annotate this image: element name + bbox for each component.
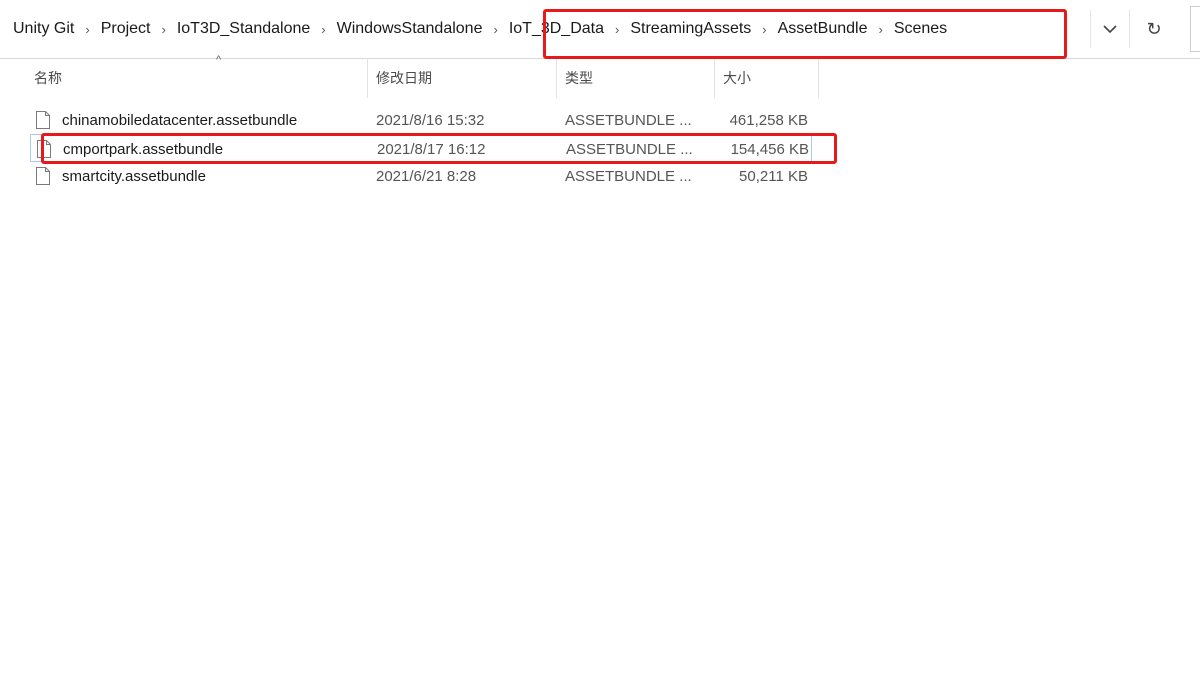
breadcrumb-item-windowsstandalone[interactable]: WindowsStandalone	[329, 20, 491, 38]
column-header-type[interactable]: 类型	[557, 58, 715, 98]
column-header-row: 名称 ^ 修改日期 类型 大小	[0, 54, 1200, 98]
breadcrumb-separator-icon[interactable]: ›	[490, 22, 500, 37]
file-row-chinamobiledatacenter[interactable]: chinamobiledatacenter.assetbundle 2021/8…	[30, 106, 812, 134]
file-date: 2021/8/16 15:32	[376, 111, 485, 129]
file-row-smartcity[interactable]: smartcity.assetbundle 2021/6/21 8:28 ASS…	[30, 162, 812, 190]
breadcrumb-item-unity-git[interactable]: Unity Git	[0, 20, 82, 38]
column-header-date-label: 修改日期	[376, 70, 432, 86]
search-box[interactable]	[1190, 6, 1200, 52]
column-header-type-label: 类型	[565, 70, 593, 86]
breadcrumb-item-project[interactable]: Project	[93, 20, 159, 38]
file-name: chinamobiledatacenter.assetbundle	[62, 111, 298, 129]
annotation-highlight-path	[543, 9, 1067, 59]
chevron-down-icon	[1103, 24, 1117, 33]
column-header-size-label: 大小	[723, 70, 751, 86]
refresh-icon: ↻	[1146, 18, 1162, 39]
breadcrumb-item-iot3d-standalone[interactable]: IoT3D_Standalone	[169, 20, 318, 38]
file-date: 2021/6/21 8:28	[376, 167, 477, 185]
breadcrumb-separator-icon[interactable]: ›	[318, 22, 328, 37]
file-size: 50,211 KB	[739, 167, 808, 185]
refresh-button[interactable]: ↻	[1136, 10, 1172, 48]
column-header-name[interactable]: 名称 ^	[26, 54, 368, 98]
address-history-button[interactable]	[1090, 10, 1130, 48]
file-type: ASSETBUNDLE ...	[565, 167, 692, 185]
file-icon	[36, 106, 50, 134]
breadcrumb-separator-icon[interactable]: ›	[158, 22, 168, 37]
column-header-name-label: 名称	[34, 70, 62, 86]
annotation-highlight-file	[41, 133, 837, 164]
file-size: 461,258 KB	[729, 111, 808, 129]
column-header-date[interactable]: 修改日期	[368, 58, 557, 98]
file-icon	[36, 162, 50, 190]
sort-ascending-icon: ^	[216, 54, 222, 66]
file-name: smartcity.assetbundle	[62, 167, 206, 185]
file-type: ASSETBUNDLE ...	[565, 111, 692, 129]
breadcrumb-separator-icon[interactable]: ›	[82, 22, 92, 37]
column-header-size[interactable]: 大小	[715, 58, 819, 98]
